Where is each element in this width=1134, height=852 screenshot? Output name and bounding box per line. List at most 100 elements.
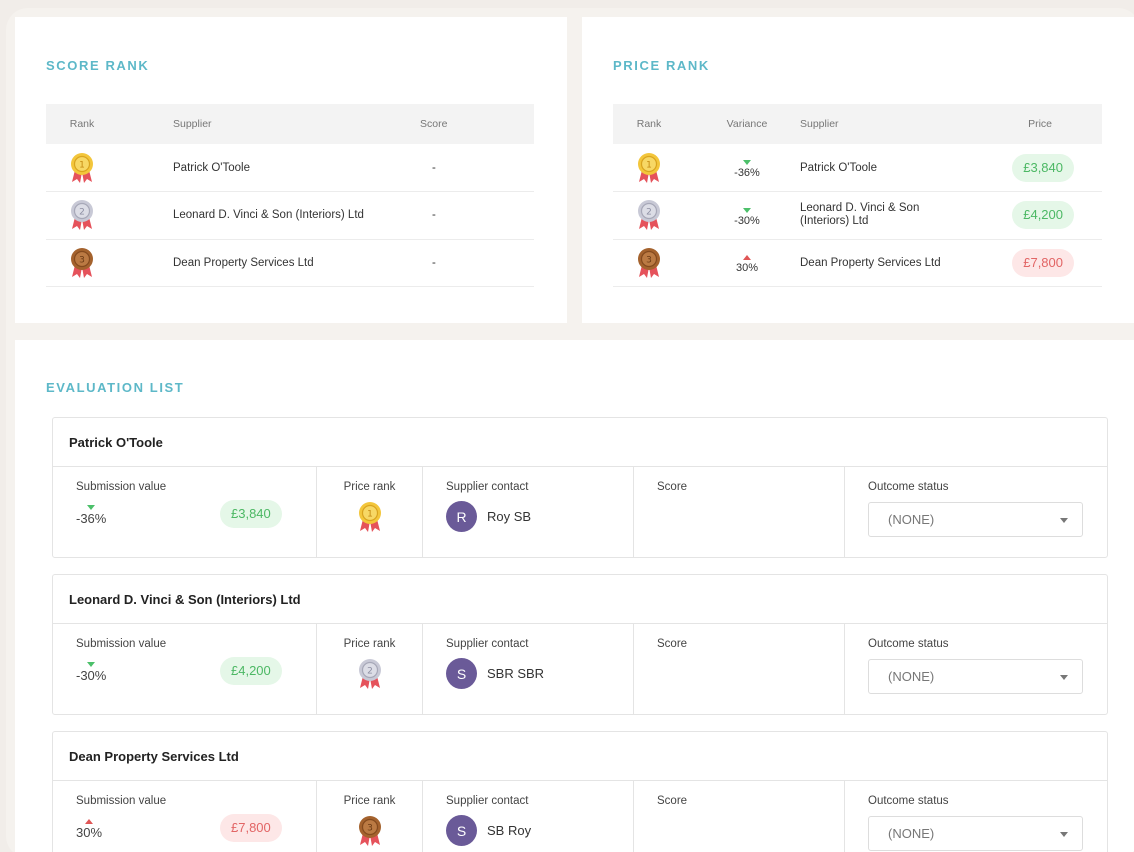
arrow-down-icon bbox=[87, 662, 96, 667]
avatar: R bbox=[446, 501, 477, 532]
price-badge: £4,200 bbox=[220, 657, 282, 685]
price-badge: £3,840 bbox=[220, 500, 282, 528]
outcome-value: (NONE) bbox=[888, 826, 935, 841]
score-header: Score bbox=[420, 118, 448, 130]
variance-header: Variance bbox=[726, 118, 768, 130]
table-row[interactable]: -36% Patrick O'Toole £3,840 bbox=[613, 144, 1102, 192]
arrow-down-icon bbox=[743, 160, 751, 165]
contact[interactable]: S SB Roy bbox=[446, 815, 531, 846]
score-value: - bbox=[420, 191, 534, 240]
variance-indicator: -30% bbox=[76, 662, 106, 683]
table-row[interactable]: Patrick O'Toole - bbox=[46, 144, 534, 192]
variance-value: -36% bbox=[734, 167, 760, 179]
price-badge: £3,840 bbox=[1012, 153, 1074, 182]
price-header: Price bbox=[1028, 118, 1052, 130]
chevron-down-icon bbox=[1060, 832, 1068, 837]
contact-name: SBR SBR bbox=[487, 666, 545, 681]
variance-indicator: -36% bbox=[76, 505, 106, 526]
outcome-value: (NONE) bbox=[888, 669, 935, 684]
supplier-header: Supplier bbox=[800, 118, 839, 130]
dashboard-frame: SCORE RANK Rank Supplier Score Patrick O… bbox=[6, 8, 1134, 852]
score-cell: Score bbox=[634, 624, 845, 714]
chevron-down-icon bbox=[1060, 675, 1068, 680]
supplier-contact-cell: Supplier contact S SBR SBR bbox=[423, 624, 634, 714]
variance-indicator: 30% bbox=[76, 819, 102, 840]
contact-label: Supplier contact bbox=[446, 638, 529, 650]
price-badge: £7,800 bbox=[1012, 248, 1074, 277]
supplier-name: Leonard D. Vinci & Son (Interiors) Ltd bbox=[118, 191, 420, 240]
variance-value: 30% bbox=[735, 262, 759, 275]
table-row[interactable]: Dean Property Services Ltd - bbox=[46, 239, 534, 287]
gold-medal-icon bbox=[357, 501, 383, 533]
outcome-status-select[interactable]: (NONE) bbox=[868, 816, 1083, 851]
table-header-row: Rank Supplier Score bbox=[46, 104, 534, 144]
price-rank-label: Price rank bbox=[343, 638, 396, 650]
bronze-medal-icon bbox=[636, 247, 662, 279]
variance-value: -36% bbox=[76, 511, 107, 526]
rank-header: Rank bbox=[636, 118, 662, 130]
table-header-row: Rank Variance Supplier Price bbox=[613, 104, 1102, 144]
submission-value-cell: Submission value -36% £3,840 bbox=[53, 467, 317, 557]
arrow-down-icon bbox=[743, 207, 751, 213]
table-row[interactable]: 30% Dean Property Services Ltd £7,800 bbox=[613, 239, 1102, 287]
table-row[interactable]: -30% Leonard D. Vinci & Son (Interiors) … bbox=[613, 191, 1102, 240]
score-label: Score bbox=[657, 638, 688, 650]
arrow-up-icon bbox=[743, 255, 751, 261]
contact[interactable]: S SBR SBR bbox=[446, 658, 544, 689]
outcome-status-select[interactable]: (NONE) bbox=[868, 659, 1083, 694]
score-cell: Score bbox=[634, 467, 845, 557]
supplier-name: Dean Property Services Ltd bbox=[118, 239, 420, 287]
score-label: Score bbox=[657, 481, 688, 493]
outcome-status-cell: Outcome status (NONE) bbox=[845, 467, 1107, 557]
price-rank-cell: Price rank bbox=[317, 624, 423, 714]
supplier-name: Patrick O'Toole bbox=[789, 144, 977, 192]
evaluation-item: Leonard D. Vinci & Son (Interiors) Ltd S… bbox=[52, 574, 1108, 715]
submission-label: Submission value bbox=[76, 638, 167, 650]
table-row[interactable]: Leonard D. Vinci & Son (Interiors) Ltd - bbox=[46, 191, 534, 240]
silver-medal-icon bbox=[357, 658, 383, 690]
variance-value: 30% bbox=[76, 825, 103, 840]
evaluation-supplier-name: Dean Property Services Ltd bbox=[53, 732, 1107, 781]
outcome-label: Outcome status bbox=[868, 638, 949, 650]
gold-medal-icon bbox=[636, 152, 662, 184]
bronze-medal-icon bbox=[69, 247, 95, 279]
supplier-name: Dean Property Services Ltd bbox=[789, 239, 977, 287]
silver-medal-icon bbox=[69, 199, 95, 231]
price-rank-table: Rank Variance Supplier Price -36% Patric… bbox=[613, 104, 1102, 287]
price-badge: £4,200 bbox=[1012, 201, 1074, 230]
evaluation-list-title: EVALUATION LIST bbox=[46, 380, 185, 395]
avatar: S bbox=[446, 815, 477, 846]
price-rank-label: Price rank bbox=[343, 481, 396, 493]
score-rank-table: Rank Supplier Score Patrick O'Toole - Le… bbox=[46, 104, 534, 287]
score-value: - bbox=[420, 239, 534, 287]
submission-value-cell: Submission value -30% £4,200 bbox=[53, 624, 317, 714]
price-rank-title: PRICE RANK bbox=[613, 58, 710, 73]
variance-indicator: -36% bbox=[734, 160, 760, 179]
variance-indicator: 30% bbox=[736, 255, 758, 274]
contact-label: Supplier contact bbox=[446, 795, 529, 807]
outcome-status-select[interactable]: (NONE) bbox=[868, 502, 1083, 537]
bronze-medal-icon bbox=[357, 815, 383, 847]
evaluation-item: Patrick O'Toole Submission value -36% £3… bbox=[52, 417, 1108, 558]
supplier-contact-cell: Supplier contact R Roy SB bbox=[423, 467, 634, 557]
variance-indicator: -30% bbox=[734, 207, 760, 227]
price-badge: £7,800 bbox=[220, 814, 282, 842]
variance-value: -30% bbox=[76, 668, 107, 683]
supplier-contact-cell: Supplier contact S SB Roy bbox=[423, 781, 634, 852]
evaluation-supplier-name: Patrick O'Toole bbox=[53, 418, 1107, 467]
chevron-down-icon bbox=[1060, 518, 1068, 523]
price-rank-cell: Price rank bbox=[317, 467, 423, 557]
contact[interactable]: R Roy SB bbox=[446, 501, 531, 532]
outcome-label: Outcome status bbox=[868, 481, 949, 493]
silver-medal-icon bbox=[636, 199, 662, 231]
price-rank-label: Price rank bbox=[343, 795, 396, 807]
contact-name: SB Roy bbox=[487, 823, 532, 838]
arrow-up-icon bbox=[85, 819, 94, 824]
supplier-name: Patrick O'Toole bbox=[118, 144, 420, 192]
contact-label: Supplier contact bbox=[446, 481, 529, 493]
variance-value: -30% bbox=[734, 214, 760, 227]
evaluation-item: Dean Property Services Ltd Submission va… bbox=[52, 731, 1108, 852]
price-rank-cell: Price rank bbox=[317, 781, 423, 852]
supplier-header: Supplier bbox=[173, 118, 212, 130]
submission-label: Submission value bbox=[76, 481, 167, 493]
